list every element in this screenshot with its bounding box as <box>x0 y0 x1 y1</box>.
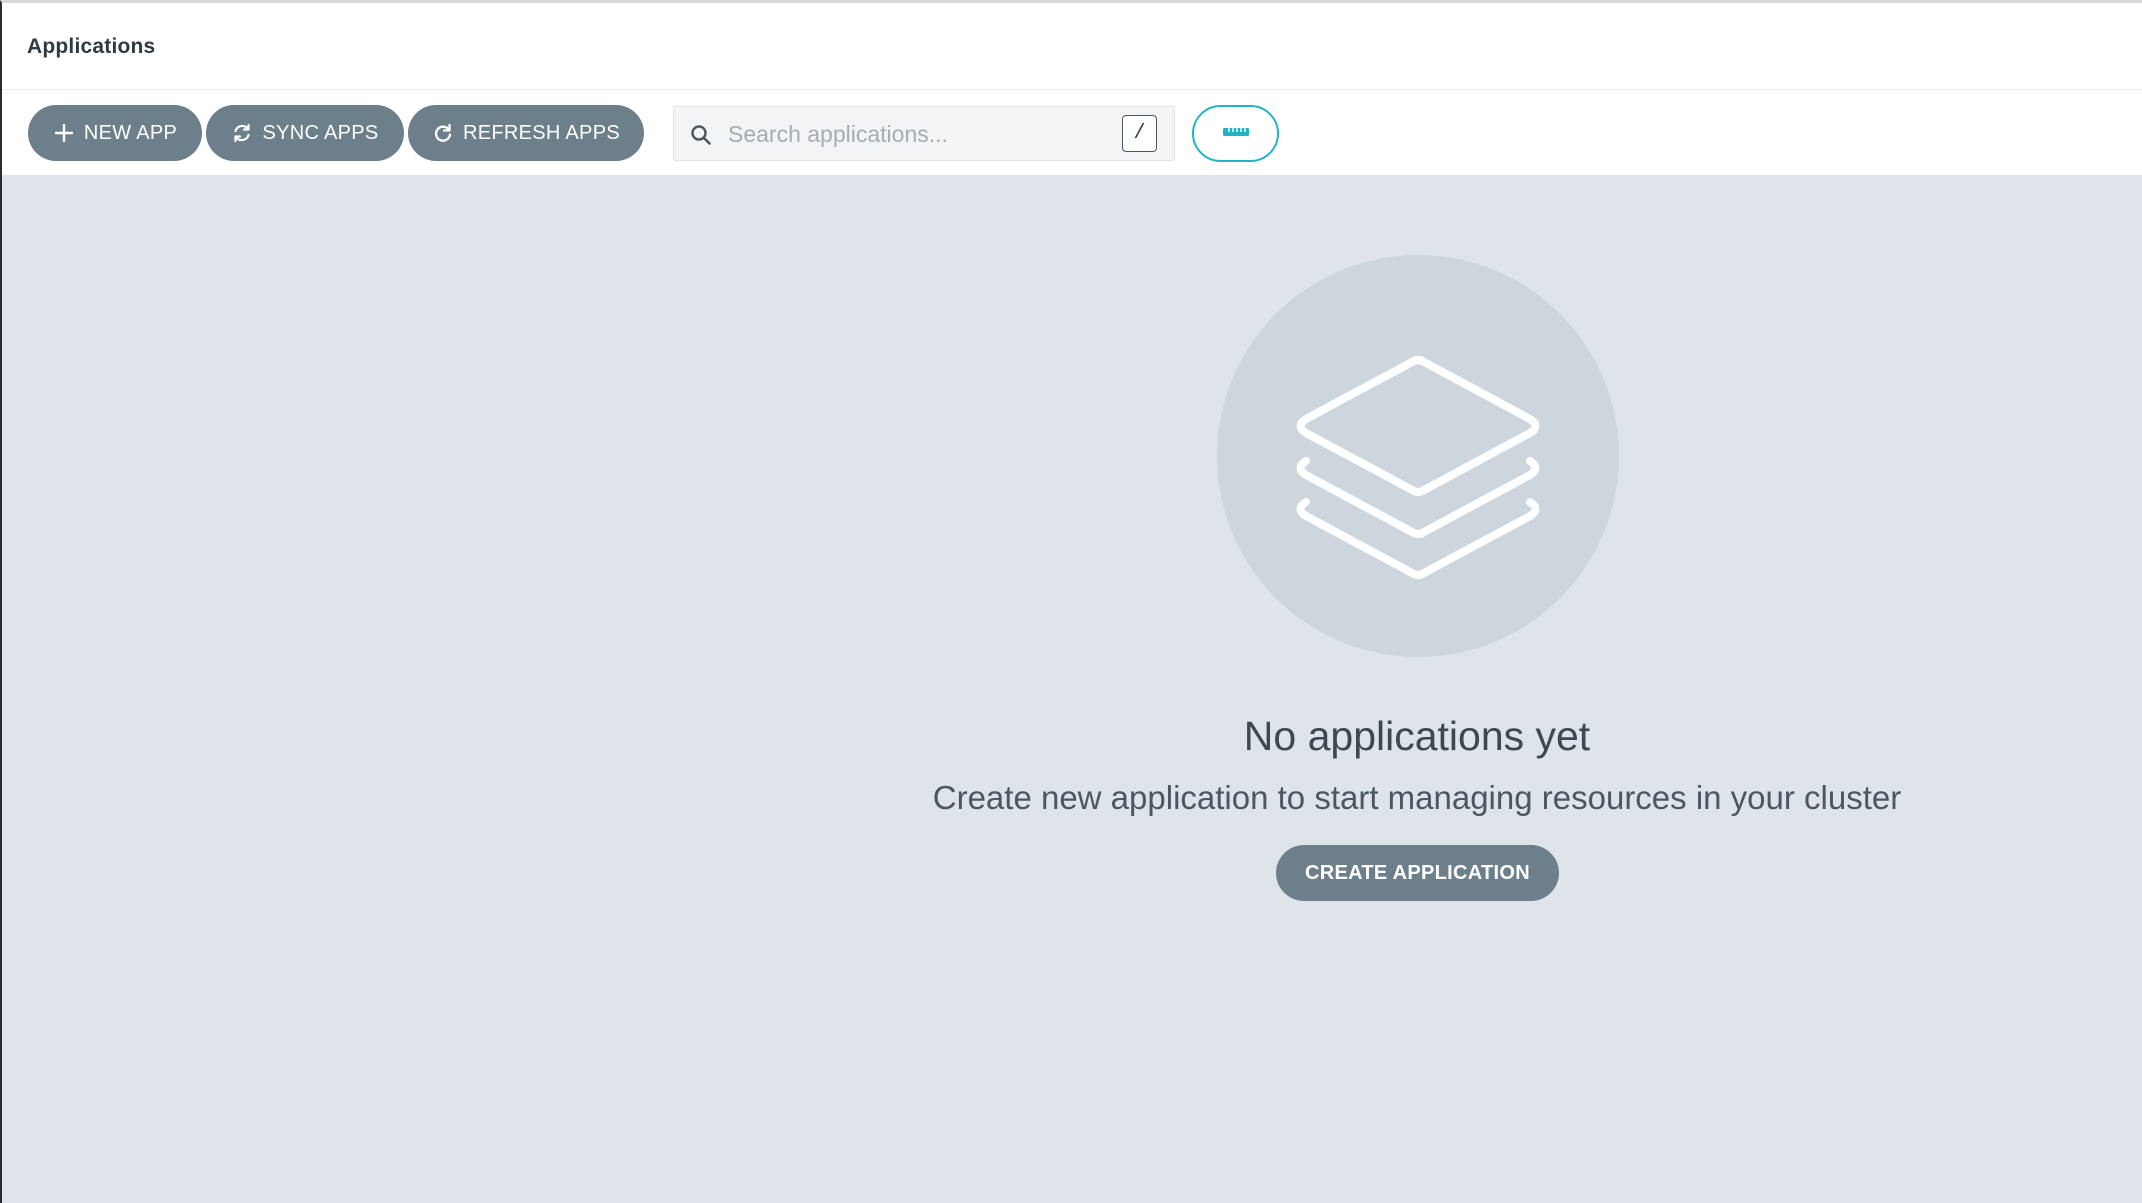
app-window: Applications NEW APP SYNC APPS REFRESH A… <box>0 0 2142 1203</box>
view-mode-icon <box>1222 125 1250 142</box>
new-app-button[interactable]: NEW APP <box>28 105 202 161</box>
search-input[interactable] <box>726 115 1106 153</box>
empty-state-subtitle: Create new application to start managing… <box>932 779 1902 816</box>
sync-icon <box>231 122 253 144</box>
search-shortcut-key: / <box>1122 115 1157 152</box>
refresh-icon <box>432 122 454 144</box>
layers-icon <box>1296 356 1540 579</box>
sync-apps-label: SYNC APPS <box>262 121 379 144</box>
empty-state-illustration <box>1217 255 1619 657</box>
refresh-apps-button[interactable]: REFRESH APPS <box>408 105 644 161</box>
search-box[interactable]: / <box>673 106 1175 161</box>
view-toggle-button[interactable] <box>1192 105 1279 162</box>
refresh-apps-label: REFRESH APPS <box>463 121 620 144</box>
page-header: Applications <box>2 3 2142 90</box>
new-app-label: NEW APP <box>83 121 178 144</box>
page-title: Applications <box>27 35 156 58</box>
sync-apps-button[interactable]: SYNC APPS <box>206 105 404 161</box>
empty-state-title: No applications yet <box>1243 713 1591 759</box>
search-icon <box>689 123 713 147</box>
toolbar: NEW APP SYNC APPS REFRESH APPS Search ap… <box>2 91 2142 175</box>
plus-icon <box>53 122 75 144</box>
main-content: No applications yet Create new applicati… <box>2 175 2142 1203</box>
create-application-button[interactable]: CREATE APPLICATION <box>1276 845 1559 901</box>
